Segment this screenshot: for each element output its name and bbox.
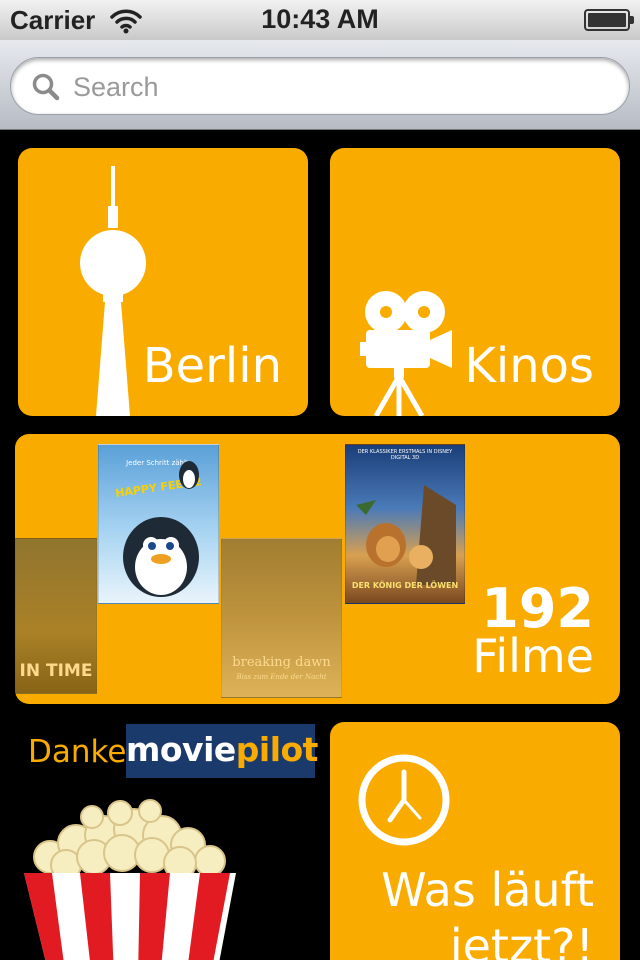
search-bar [0, 40, 640, 130]
danke-section: Danke moviepilot [0, 704, 320, 960]
tile-berlin-label: Berlin [142, 338, 282, 394]
status-time: 10:43 AM [261, 4, 379, 34]
popcorn-icon [10, 799, 250, 960]
tile-kinos-label: Kinos [464, 338, 594, 394]
search-field[interactable] [10, 57, 630, 115]
poster-breaking-dawn: breaking dawn Biss zum Ende der Nacht [221, 538, 342, 698]
tile-kinos[interactable]: Kinos [330, 148, 620, 416]
penguin-illustration [123, 461, 199, 597]
tile-berlin[interactable]: Berlin [18, 148, 308, 416]
search-icon [31, 72, 61, 107]
tile-was-laeuft-jetzt[interactable]: Was läuft jetzt?! [330, 722, 620, 960]
battery-icon [584, 9, 634, 31]
clock-icon [356, 752, 452, 853]
search-input[interactable] [73, 65, 613, 109]
tile-jetzt-label: Was läuft jetzt?! [381, 863, 594, 960]
poster-koenig-der-loewen: DER KLASSIKER ERSTMALS IN DISNEY DIGITAL… [345, 444, 465, 604]
poster-title: breaking dawn [232, 655, 331, 670]
moviepilot-logo[interactable]: moviepilot [126, 724, 319, 778]
logo-movie: movie [126, 730, 236, 769]
poster-happy-feet-2: Jeder Schritt zählt. HAPPY FEET 2 [98, 444, 219, 604]
logo-pilot: pilot [235, 730, 319, 769]
movie-camera-icon [358, 288, 458, 416]
status-bar: Carrier 10:43 AM [0, 0, 640, 40]
poster-tagline: Biss zum Ende der Nacht [236, 673, 327, 681]
danke-label: Danke [28, 734, 127, 770]
tile-filme[interactable]: IN TIME Jeder Schritt zählt. HAPPY FEET … [15, 434, 620, 704]
tile-filme-label: Filme [472, 629, 594, 683]
poster-in-time: IN TIME [15, 538, 97, 694]
poster-title: IN TIME [19, 661, 93, 681]
poster-title: DER KÖNIG DER LÖWEN [351, 581, 459, 590]
tv-tower-icon [78, 166, 148, 416]
